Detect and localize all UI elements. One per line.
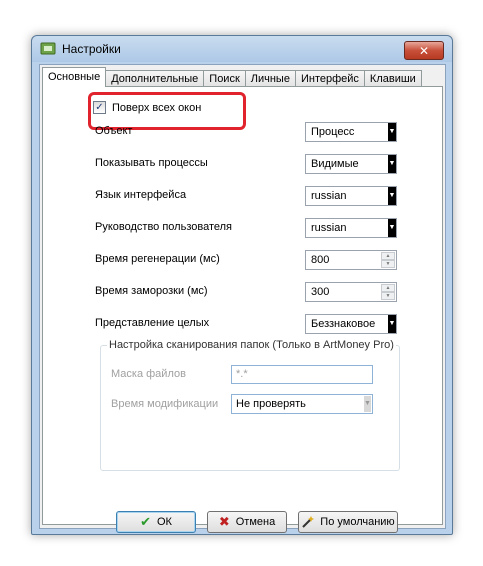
ok-button-label: ОК xyxy=(156,516,172,528)
interface-language-label: Язык интерфейса xyxy=(95,189,187,201)
spinner-buttons: ▲ ▼ xyxy=(381,252,395,268)
cancel-button[interactable]: ✖ Отмена xyxy=(207,511,287,533)
title-bar[interactable]: Настройки ✕ xyxy=(32,36,452,62)
spinner-buttons: ▲ ▼ xyxy=(381,284,395,300)
chevron-down-icon[interactable]: ▼ xyxy=(388,315,396,333)
show-processes-combo[interactable]: Видимые ▼ xyxy=(305,154,397,174)
int-representation-combo[interactable]: Беззнаковое ▼ xyxy=(305,314,397,334)
on-top-checkbox[interactable]: ✓ xyxy=(93,101,106,114)
tab-personal[interactable]: Личные xyxy=(244,70,296,87)
chevron-down-icon[interactable]: ▼ xyxy=(388,155,396,173)
magic-wand-icon xyxy=(302,516,315,528)
app-icon xyxy=(40,42,56,55)
mod-time-combo[interactable]: Не проверять ▼ xyxy=(231,394,373,414)
tab-hotkeys[interactable]: Клавиши xyxy=(363,70,422,87)
window-title: Настройки xyxy=(62,42,121,56)
chevron-down-icon[interactable]: ▼ xyxy=(364,396,371,412)
file-mask-input[interactable]: *.* xyxy=(231,365,373,384)
object-label: Объект xyxy=(95,125,133,137)
interface-language-combo[interactable]: russian ▼ xyxy=(305,186,397,206)
default-button[interactable]: По умолчанию xyxy=(298,511,398,533)
file-mask-label: Маска файлов xyxy=(111,368,186,380)
tab-strip: Основные Дополнительные Поиск Личные Инт… xyxy=(42,67,422,87)
mod-time-label: Время модификации xyxy=(111,398,219,410)
cancel-button-label: Отмена xyxy=(235,516,276,528)
user-manual-label: Руководство пользователя xyxy=(95,221,232,233)
folder-scan-groupbox: Настройка сканирования папок (Только в A… xyxy=(100,339,400,471)
regen-time-value: 800 xyxy=(311,254,330,266)
spin-down-icon[interactable]: ▼ xyxy=(381,260,395,268)
user-manual-combo[interactable]: russian ▼ xyxy=(305,218,397,238)
on-top-checkbox-label: Поверх всех окон xyxy=(112,101,202,114)
tab-search[interactable]: Поиск xyxy=(203,70,246,87)
interface-language-value: russian xyxy=(311,190,347,202)
tab-additional[interactable]: Дополнительные xyxy=(105,70,205,87)
spin-down-icon[interactable]: ▼ xyxy=(381,292,395,300)
regen-time-label: Время регенерации (мс) xyxy=(95,253,220,265)
tab-interface[interactable]: Интерфейс xyxy=(294,70,365,87)
object-combo[interactable]: Процесс ▼ xyxy=(305,122,397,142)
settings-window: Настройки ✕ Основные Дополнительные Поис… xyxy=(31,35,453,535)
folder-scan-group-title: Настройка сканирования папок (Только в A… xyxy=(107,339,396,351)
chevron-down-icon[interactable]: ▼ xyxy=(388,187,396,205)
dialog-client-area: Основные Дополнительные Поиск Личные Инт… xyxy=(39,64,446,533)
spin-up-icon[interactable]: ▲ xyxy=(381,284,395,292)
freeze-time-value: 300 xyxy=(311,286,330,298)
freeze-time-label: Время заморозки (мс) xyxy=(95,285,208,297)
freeze-time-spinner[interactable]: 300 ▲ ▼ xyxy=(305,282,397,302)
default-button-label: По умолчанию xyxy=(320,516,395,528)
int-representation-label: Представление целых xyxy=(95,317,210,329)
regen-time-spinner[interactable]: 800 ▲ ▼ xyxy=(305,250,397,270)
cross-icon: ✖ xyxy=(218,514,230,529)
chevron-down-icon[interactable]: ▼ xyxy=(388,123,396,141)
tab-basic[interactable]: Основные xyxy=(42,67,107,87)
show-processes-label: Показывать процессы xyxy=(95,157,208,169)
object-value: Процесс xyxy=(311,126,355,138)
show-processes-value: Видимые xyxy=(311,158,359,170)
chevron-down-icon[interactable]: ▼ xyxy=(388,219,396,237)
on-top-checkbox-row[interactable]: ✓ Поверх всех окон xyxy=(93,101,201,114)
checkmark-icon: ✔ xyxy=(140,514,151,529)
check-icon: ✓ xyxy=(95,101,104,113)
tab-page-basic: ✓ Поверх всех окон Объект Процесс ▼ Пока… xyxy=(42,86,443,533)
close-icon: ✕ xyxy=(418,43,430,58)
close-button[interactable]: ✕ xyxy=(404,41,444,60)
int-representation-value: Беззнаковое xyxy=(311,318,376,330)
ok-button[interactable]: ✔ ОК xyxy=(116,511,196,533)
mod-time-value: Не проверять xyxy=(236,398,306,410)
spin-up-icon[interactable]: ▲ xyxy=(381,252,395,260)
user-manual-value: russian xyxy=(311,222,347,234)
